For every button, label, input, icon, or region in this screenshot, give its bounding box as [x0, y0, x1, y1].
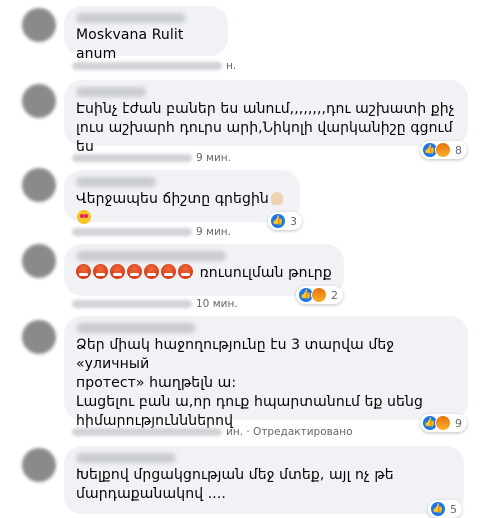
angry-face-emoji-icon: [110, 264, 125, 279]
avatar[interactable]: [22, 84, 56, 118]
comment-time[interactable]: ин.: [226, 426, 243, 438]
reaction-count: 2: [331, 288, 338, 302]
comment-meta: н.: [72, 58, 236, 74]
reactions-summary[interactable]: 👍 3: [268, 212, 302, 230]
comment-meta: 9 мин.: [72, 224, 231, 240]
avatar[interactable]: [22, 320, 56, 354]
reactions-summary[interactable]: 👍 2: [296, 286, 343, 304]
author-name[interactable]: [76, 13, 186, 23]
angry-face-emoji-icon: [178, 264, 193, 279]
reaction-count: 8: [455, 143, 462, 157]
comment-time[interactable]: 9 мин.: [196, 152, 231, 164]
reactions-summary[interactable]: 👍 5: [428, 500, 462, 518]
reaction-count: 9: [455, 416, 462, 430]
comment-text: Էսինչ էժան բաներ ես անում,,,,,,,,դու աշխ…: [76, 101, 455, 155]
heart-eyes-emoji-icon: [77, 210, 91, 224]
comment-meta: ин. · Отредактировано: [72, 424, 353, 440]
avatar[interactable]: [22, 244, 56, 278]
avatar[interactable]: [22, 448, 56, 482]
comment-text: Վերջապես ճիշտը գրեցին: [76, 190, 288, 228]
comment-time[interactable]: 9 мин.: [196, 226, 231, 238]
comment-meta: 10 мин.: [72, 296, 238, 312]
angry-icon: [435, 142, 451, 158]
angry-face-emoji-icon: [161, 264, 176, 279]
author-name[interactable]: [76, 323, 196, 333]
author-name[interactable]: [76, 177, 156, 187]
author-name[interactable]: [76, 87, 146, 97]
angry-icon: [435, 415, 451, 431]
reactions-summary[interactable]: 👍 9: [420, 414, 467, 432]
comment-time[interactable]: н.: [226, 60, 236, 72]
comment-text: ռուսուլման թուրք: [76, 264, 332, 283]
comment-meta: 9 мин.: [72, 150, 231, 166]
comment-text: Ձեր միակ հաջողությունը էս 3 տարվա մեջ «у…: [76, 337, 423, 429]
angry-face-emoji-icon: [144, 264, 159, 279]
comment-time[interactable]: 10 мин.: [196, 298, 238, 310]
comment-bubble: Moskvana Rulit anum: [64, 6, 228, 62]
comment-bubble: Էսինչ էժան բաներ ես անում,,,,,,,,դու աշխ…: [64, 80, 468, 155]
reactions-summary[interactable]: 👍 8: [420, 141, 467, 159]
like-icon: 👍: [430, 501, 446, 517]
comment-text: Խելքով մրցակցության մեջ մտեք, այլ ոչ թե …: [76, 467, 394, 502]
angry-icon: [311, 287, 327, 303]
angry-face-emoji-icon: [127, 264, 142, 279]
avatar[interactable]: [22, 8, 56, 42]
author-name[interactable]: [76, 251, 226, 261]
avatar[interactable]: [22, 168, 56, 202]
angry-face-emoji-icon: [76, 264, 91, 279]
clapping-hands-emoji-icon: [270, 192, 283, 205]
reaction-count: 3: [290, 214, 297, 228]
edited-label[interactable]: Отредактировано: [253, 426, 352, 438]
comment-bubble: Վերջապես ճիշտը գրեցին: [64, 170, 300, 224]
like-icon: 👍: [270, 213, 286, 229]
comment-bubble: Խելքով մրցակցության մեջ մտեք, այլ ոչ թե …: [64, 446, 464, 514]
angry-face-emoji-icon: [93, 264, 108, 279]
comment-bubble: Ձեր միակ հաջողությունը էս 3 տարվա մեջ «у…: [64, 316, 468, 429]
author-name[interactable]: [76, 453, 176, 463]
